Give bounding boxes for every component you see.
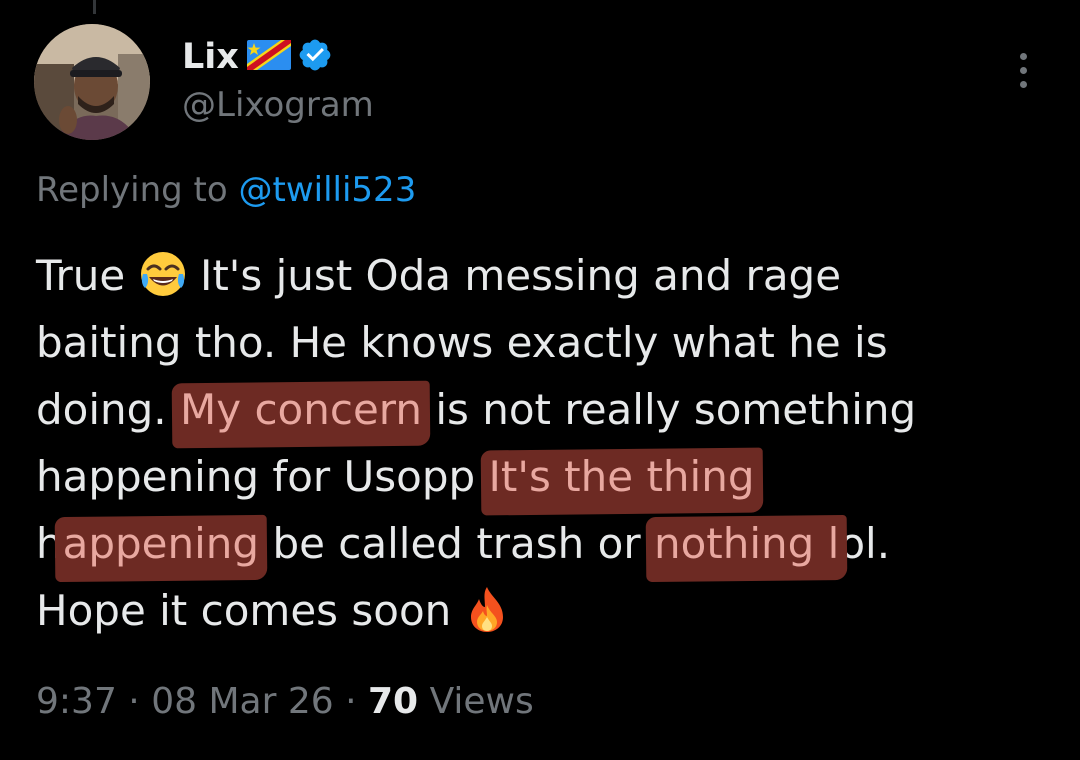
views-label: Views bbox=[429, 681, 534, 722]
highlighted-text: My concern bbox=[180, 376, 422, 443]
replying-to-handle-link[interactable]: @twilli523 bbox=[239, 170, 417, 210]
highlighted-text: nothing l bbox=[654, 510, 839, 577]
author-name-row: Lix bbox=[182, 36, 374, 78]
tweet-text-segment: baiting tho. He knows exactly what he is bbox=[36, 318, 888, 367]
avatar[interactable] bbox=[34, 24, 150, 140]
tweet-text-segment: happening for Usopp bbox=[36, 452, 476, 501]
tweet-text-segment: be called trash or bbox=[272, 519, 641, 568]
tweet-text-segment: doing. bbox=[36, 385, 167, 434]
tweet-metadata: 9:37 · 08 Mar 26 · 70 Views bbox=[36, 680, 534, 724]
tweet-line-2: baiting tho. He knows exactly what he is bbox=[36, 309, 1056, 376]
views-count: 70 bbox=[368, 681, 419, 722]
highlighted-text: It's the thing bbox=[489, 443, 755, 510]
more-dot-icon bbox=[1019, 80, 1027, 88]
tweet-line-3: doing. My concern is not really somethin… bbox=[36, 376, 1056, 443]
separator-dot: · bbox=[345, 681, 357, 722]
tweet-line-1: True It's just Oda messing and rage bbox=[36, 242, 1056, 309]
tweet-text-segment: True bbox=[36, 251, 126, 300]
tweet-line-4: happening for Usopp It's the thing bbox=[36, 443, 1056, 510]
fire-icon bbox=[465, 585, 509, 652]
highlight-mark: It's the thing bbox=[489, 443, 755, 510]
thread-connector-line bbox=[93, 0, 96, 14]
more-options-button[interactable] bbox=[1006, 48, 1040, 92]
tweet-date[interactable]: 08 Mar 26 bbox=[151, 681, 333, 722]
avatar-image bbox=[34, 24, 150, 140]
separator-dot: · bbox=[128, 681, 140, 722]
highlight-mark: appening bbox=[63, 510, 259, 577]
tweet-time[interactable]: 9:37 bbox=[36, 681, 117, 722]
verified-badge-icon[interactable] bbox=[297, 37, 333, 77]
replying-to-label: Replying to bbox=[36, 170, 228, 210]
tweet-text-segment: Hope it comes soon bbox=[36, 586, 452, 635]
tweet-line-6: Hope it comes soon bbox=[36, 577, 1056, 644]
tweet-text-segment: is not really something bbox=[435, 385, 917, 434]
face-with-tears-of-joy-icon bbox=[139, 250, 187, 317]
tweet-text-segment: It's just Oda messing and rage bbox=[199, 251, 842, 300]
author-handle[interactable]: @Lixogram bbox=[182, 84, 374, 126]
author-block[interactable]: Lix @Lixogram bbox=[182, 36, 374, 126]
tweet-line-5: happening be called trash or nothing lol… bbox=[36, 510, 1056, 577]
author-display-name[interactable]: Lix bbox=[182, 36, 239, 78]
highlight-mark: My concern bbox=[180, 376, 422, 443]
highlighted-text: appening bbox=[63, 510, 259, 577]
replying-to-line: Replying to @twilli523 bbox=[36, 168, 416, 212]
more-dot-icon bbox=[1019, 66, 1027, 74]
tweet-text: True It's just Oda messing and rage bait… bbox=[36, 242, 1056, 644]
highlight-mark: nothing l bbox=[654, 510, 839, 577]
dr-congo-flag-icon bbox=[246, 40, 291, 74]
more-dot-icon bbox=[1019, 52, 1027, 60]
